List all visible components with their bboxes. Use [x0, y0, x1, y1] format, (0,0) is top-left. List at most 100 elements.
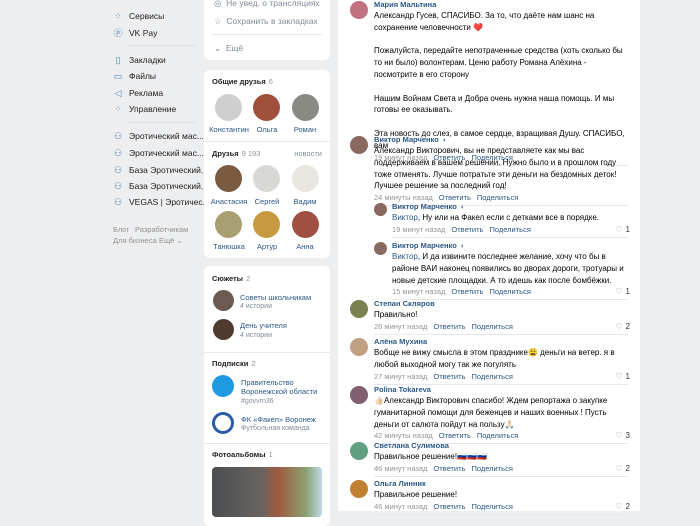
avatar[interactable]	[350, 338, 368, 356]
mention-link[interactable]: Виктор	[392, 213, 418, 222]
fakel-avatar[interactable]	[212, 412, 234, 434]
story-title[interactable]: День учителя	[240, 321, 287, 330]
avatar[interactable]	[350, 480, 368, 498]
friends-header[interactable]: Друзья 9 193	[212, 149, 260, 158]
save-bookmark-item[interactable]: ☆ Сохранить в закладках	[214, 16, 318, 27]
avatar[interactable]	[350, 300, 368, 318]
avatar[interactable]	[350, 442, 368, 460]
avatar[interactable]	[292, 94, 319, 121]
avatar[interactable]	[253, 211, 280, 238]
reply-button[interactable]: Ответить	[439, 193, 471, 202]
share-button[interactable]: Поделиться	[471, 322, 512, 331]
timestamp[interactable]: 42 минуты назад	[374, 431, 433, 440]
share-button[interactable]: Поделиться	[477, 193, 518, 202]
nav-label: Сервисы	[129, 11, 165, 21]
author-name[interactable]: Виктор Марченко ◐	[392, 202, 465, 211]
comment-body: Вобще не вижу смысла в этом празднике😩 д…	[374, 348, 615, 369]
timestamp[interactable]: 46 минут назад	[374, 464, 427, 473]
friends-news-link[interactable]: новости	[294, 149, 322, 158]
nav-vkpay[interactable]: ⓟ VK Pay	[113, 28, 157, 38]
avatar[interactable]	[215, 211, 242, 238]
share-button[interactable]: Поделиться	[471, 502, 512, 511]
reply-button[interactable]: Ответить	[451, 225, 483, 234]
like-button[interactable]: ♡ 3	[615, 431, 630, 440]
story-title[interactable]: Советы школьникам	[240, 293, 311, 302]
friend-name[interactable]: Вадим	[283, 197, 327, 206]
like-button[interactable]: ♡ 1	[615, 287, 630, 296]
timestamp[interactable]: 26 минут назад	[374, 322, 427, 331]
author-name[interactable]: Степан Скляров	[374, 299, 435, 308]
bookmark-icon: ▯	[115, 55, 121, 65]
author-name[interactable]: Алёна Мухина	[374, 337, 427, 346]
like-button[interactable]: ♡ 1	[615, 225, 630, 234]
avatar[interactable]	[292, 211, 319, 238]
timestamp[interactable]: 46 минут назад	[374, 502, 427, 511]
author-name[interactable]: Виктор Марченко ◐	[374, 135, 447, 144]
share-button[interactable]: Поделиться	[471, 464, 512, 473]
nav-services[interactable]: ⁘ Сервисы	[113, 11, 164, 21]
mention-link[interactable]: Виктор	[392, 252, 418, 261]
nav-group[interactable]: ⚇ Эротический мас...	[113, 148, 204, 158]
avatar[interactable]	[350, 136, 368, 154]
nav-group[interactable]: ⚇ VEGAS | Эротичес...	[113, 197, 210, 207]
divider	[204, 443, 330, 444]
sub-title[interactable]: Правительство Воронежской области	[241, 378, 317, 396]
gov-avatar[interactable]	[212, 375, 234, 397]
album-photo[interactable]	[212, 467, 322, 517]
timestamp[interactable]: 27 минут назад	[374, 372, 427, 381]
like-button[interactable]: ♡ 2	[615, 322, 630, 331]
timestamp[interactable]: 19 минут назад	[392, 225, 445, 234]
story-avatar[interactable]	[213, 319, 234, 340]
footer-business[interactable]: Для бизнеса	[113, 236, 157, 245]
reply-button[interactable]: Ответить	[433, 322, 465, 331]
footer-blog[interactable]: Блог	[113, 225, 129, 234]
mutual-friends-header[interactable]: Общие друзья 6	[212, 77, 273, 86]
share-button[interactable]: Поделиться	[489, 225, 530, 234]
timestamp[interactable]: 15 минут назад	[392, 287, 445, 296]
reply-button[interactable]: Ответить	[433, 372, 465, 381]
story-avatar[interactable]	[213, 290, 234, 311]
reply-button[interactable]: Ответить	[439, 431, 471, 440]
footer-dev[interactable]: Разработчикам	[135, 225, 188, 234]
avatar[interactable]	[374, 203, 387, 216]
nav-ads[interactable]: ◁ Реклама	[113, 88, 164, 98]
more-item[interactable]: ⌄ Ещё	[214, 43, 243, 54]
like-button[interactable]: ♡ 2	[615, 502, 630, 511]
avatar[interactable]	[292, 165, 319, 192]
reply-button[interactable]: Ответить	[433, 502, 465, 511]
avatar[interactable]	[253, 94, 280, 121]
avatar[interactable]	[350, 386, 368, 404]
nav-manage[interactable]: ⁘ Управление	[113, 104, 176, 114]
author-name[interactable]: Светлана Сулимова	[374, 441, 449, 450]
nav-label: VK Pay	[129, 28, 158, 38]
avatar[interactable]	[253, 165, 280, 192]
author-name[interactable]: Мария Мальтина	[374, 0, 436, 9]
share-button[interactable]: Поделиться	[477, 431, 518, 440]
like-button[interactable]: ♡ 2	[615, 464, 630, 473]
author-name[interactable]: Polina Tokareva	[374, 385, 431, 394]
reply-button[interactable]: Ответить	[451, 287, 483, 296]
nav-bookmarks[interactable]: ▯ Закладки	[113, 55, 166, 65]
like-button[interactable]: ♡ 1	[615, 372, 630, 381]
reply-button[interactable]: Ответить	[433, 464, 465, 473]
share-button[interactable]: Поделиться	[471, 372, 512, 381]
friend-name[interactable]: Анна	[283, 242, 327, 251]
footer-more-label: Ещё	[159, 236, 175, 245]
timestamp[interactable]: 24 минуты назад	[374, 193, 433, 202]
friend-name[interactable]: Роман	[283, 125, 327, 134]
nav-group[interactable]: ⚇ База Эротический...	[113, 181, 208, 191]
avatar[interactable]	[350, 1, 368, 19]
comment-text: Правильное решение!	[374, 489, 630, 501]
notify-item[interactable]: ◎ Не увед. о трансляциях	[214, 0, 320, 9]
avatar[interactable]	[215, 165, 242, 192]
author-name[interactable]: Ольга Линник	[374, 479, 426, 488]
nav-group[interactable]: ⚇ Эротический мас...	[113, 131, 204, 141]
avatar[interactable]	[374, 242, 387, 255]
sub-title[interactable]: ФК «Факел» Воронеж	[241, 415, 316, 424]
share-button[interactable]: Поделиться	[489, 287, 530, 296]
author-name[interactable]: Виктор Марченко ◐	[392, 241, 465, 250]
avatar[interactable]	[215, 94, 242, 121]
nav-files[interactable]: ▭ Файлы	[113, 71, 156, 81]
footer-more[interactable]: Ещё ⌄	[159, 236, 183, 245]
nav-group[interactable]: ⚇ База Эротический...	[113, 165, 208, 175]
